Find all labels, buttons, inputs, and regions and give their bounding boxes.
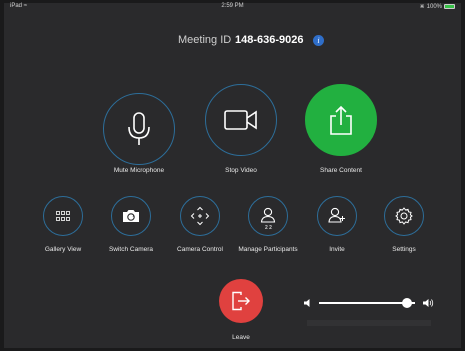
meeting-id-label: Meeting ID [178,34,232,46]
invite-button[interactable] [317,196,357,236]
mute-microphone-button[interactable] [103,93,175,165]
switch-camera-icon [123,210,139,222]
manage-participants-button[interactable]: 2 2 [248,196,288,236]
leave-icon [232,291,250,311]
grid-icon [56,211,70,221]
video-camera-icon [224,110,257,130]
battery-icon [444,4,455,9]
manage-participants-label: Manage Participants [238,246,298,253]
mute-microphone-label: Mute Microphone [113,167,165,174]
settings-button[interactable] [384,196,424,236]
gear-icon [395,207,413,225]
meeting-header: Meeting ID 148-636-9026 i [0,34,465,48]
leave-button[interactable] [219,279,263,323]
bluetooth-icon: ⋇ [419,4,425,10]
microphone-icon [128,112,150,145]
camera-control-button[interactable] [180,196,220,236]
volume-slider-thumb[interactable] [402,298,413,308]
share-content-label: Share Content [320,167,362,174]
gallery-view-button[interactable] [43,196,83,236]
meeting-id-value: 148-636-9026 [235,34,304,46]
status-battery: ⋇ 100% [420,3,455,10]
volume-underlay [307,320,431,326]
volume-slider-track[interactable] [319,302,415,304]
switch-camera-button[interactable] [111,196,151,236]
info-icon[interactable]: i [313,35,324,46]
invite-icon [328,207,345,223]
battery-percent: 100% [426,3,442,10]
share-icon [330,105,352,135]
switch-camera-label: Switch Camera [108,246,154,253]
settings-label: Settings [392,246,416,253]
stop-video-label: Stop Video [225,167,257,174]
status-bar: iPad ≈ 2:59 PM ⋇ 100% [0,0,465,12]
participant-count: 2 2 [265,225,272,231]
leave-label: Leave [232,334,250,341]
participants-icon [260,207,276,223]
stop-video-button[interactable] [205,84,277,156]
volume-high-icon [423,299,434,307]
status-time: 2:59 PM [221,3,244,9]
camera-control-icon [190,206,210,226]
share-content-button[interactable] [305,84,377,156]
volume-low-icon [304,299,310,307]
volume-control [303,290,434,330]
